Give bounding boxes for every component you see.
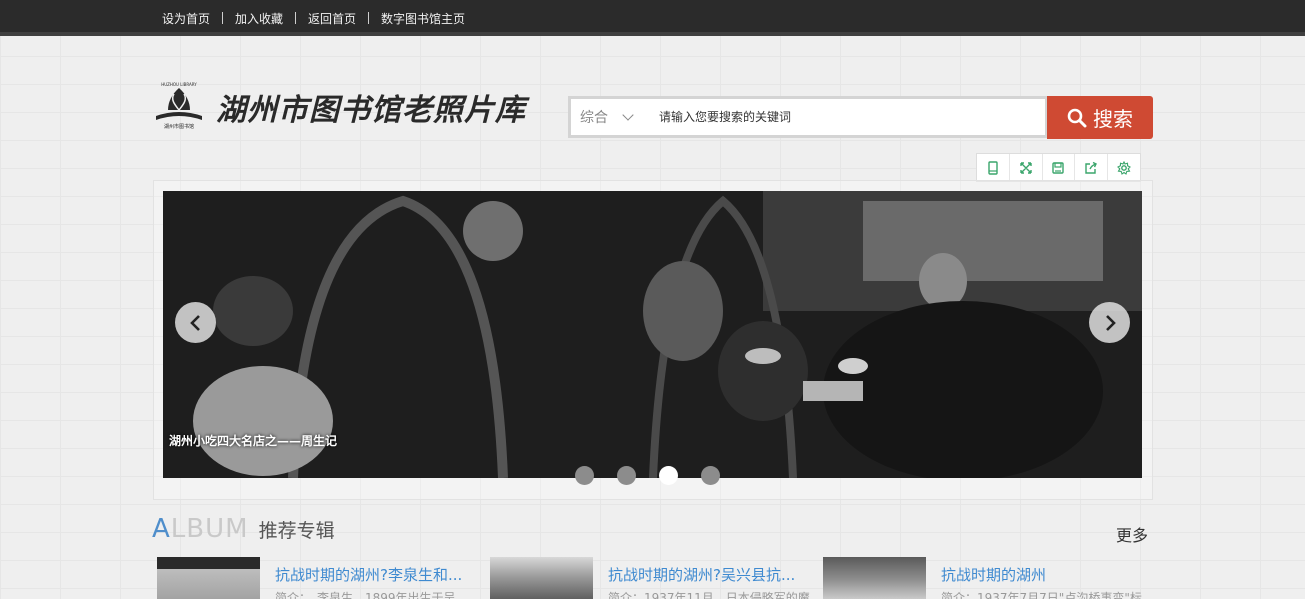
fullscreen-button[interactable] (1010, 154, 1043, 181)
search-category-label: 综合 (580, 110, 608, 126)
chevron-right-icon (1105, 314, 1116, 331)
share-icon (1085, 161, 1098, 174)
album-item[interactable]: 抗战时期的湖州?李泉生和... 简介： 李泉生，1899年出生于吴 (157, 557, 477, 599)
chevron-left-icon (189, 314, 200, 331)
album-desc: 简介：1937年11月，日本侵略军的魔 (608, 591, 810, 599)
save-button[interactable] (1043, 154, 1076, 181)
set-homepage-link[interactable]: 设为首页 (162, 10, 210, 27)
album-title[interactable]: 抗战时期的湖州 (941, 564, 1141, 585)
carousel-dot[interactable] (701, 466, 720, 485)
carousel-dot[interactable] (575, 466, 594, 485)
chevron-down-icon (622, 109, 634, 121)
search-button-label: 搜索 (1093, 107, 1133, 131)
album-more-link[interactable]: 更多 (1116, 522, 1148, 546)
album-thumbnail[interactable] (490, 557, 593, 599)
search-category-select[interactable]: 综合 (571, 99, 649, 135)
save-icon (1052, 161, 1065, 174)
carousel-next-button[interactable] (1089, 302, 1130, 343)
settings-button[interactable] (1108, 154, 1140, 181)
album-heading: ALBUM 推荐专辑 (152, 514, 335, 548)
search-input[interactable] (649, 99, 1045, 135)
album-desc: 简介：1937年7月7日"卢沟桥事变"标 (941, 591, 1142, 599)
search-box: 综合 (568, 96, 1048, 138)
site-logo[interactable]: HUZHOU LIBRARY 湖州市图书馆 湖州市图书馆老照片库 (152, 78, 542, 136)
carousel-prev-button[interactable] (175, 302, 216, 343)
mobile-view-button[interactable] (977, 154, 1010, 181)
emblem-caption: 湖州市图书馆 (164, 123, 194, 130)
tool-strip (976, 153, 1141, 182)
emblem-caption: HUZHOU LIBRARY (161, 82, 197, 87)
share-button[interactable] (1075, 154, 1109, 181)
divider (222, 12, 224, 24)
carousel-dot-active[interactable] (659, 466, 678, 485)
carousel-dots (575, 466, 743, 485)
back-home-link[interactable]: 返回首页 (308, 10, 356, 27)
album-heading-cn: 推荐专辑 (258, 520, 335, 542)
add-favorite-link[interactable]: 加入收藏 (235, 10, 283, 27)
album-thumbnail[interactable] (157, 557, 260, 599)
album-title[interactable]: 抗战时期的湖州?李泉生和... (275, 564, 475, 585)
fullscreen-icon (1019, 161, 1032, 174)
slide-caption: 湖州小吃四大名店之——周生记 (169, 434, 338, 448)
logo-text: 湖州市图书馆老照片库 (216, 93, 526, 128)
top-links: 设为首页 加入收藏 返回首页 数字图书馆主页 (162, 0, 465, 36)
digital-library-link[interactable]: 数字图书馆主页 (381, 10, 465, 27)
album-item[interactable]: 抗战时期的湖州 简介：1937年7月7日"卢沟桥事变"标 (823, 557, 1143, 599)
divider (368, 12, 370, 24)
carousel-slide-image[interactable]: 湖州小吃四大名店之——周生记 (163, 191, 1142, 478)
gear-icon (1117, 160, 1132, 175)
album-title[interactable]: 抗战时期的湖州?吴兴县抗... (608, 564, 808, 585)
library-emblem-icon: HUZHOU LIBRARY 湖州市图书馆 (156, 82, 202, 130)
album-heading-en: ALBUM (152, 514, 249, 544)
divider (295, 12, 297, 24)
top-bar: 设为首页 加入收藏 返回首页 数字图书馆主页 (0, 0, 1305, 36)
search-button[interactable]: 搜索 (1047, 96, 1153, 139)
album-desc: 简介： 李泉生，1899年出生于吴 (275, 591, 456, 599)
carousel-dot[interactable] (617, 466, 636, 485)
album-item[interactable]: 抗战时期的湖州?吴兴县抗... 简介：1937年11月，日本侵略军的魔 (490, 557, 810, 599)
album-thumbnail[interactable] (823, 557, 926, 599)
search-icon (1067, 108, 1087, 127)
phone-icon (988, 160, 998, 175)
